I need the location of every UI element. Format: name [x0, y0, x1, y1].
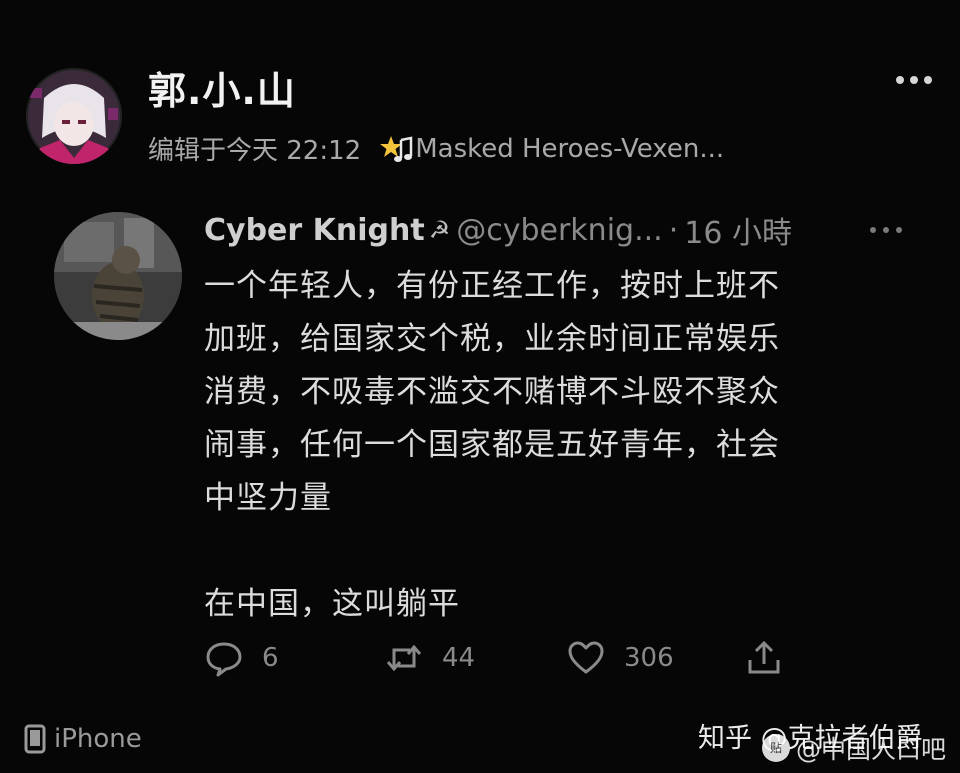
quote-timestamp: 16 小時 [684, 216, 792, 251]
like-icon [568, 641, 604, 674]
hammer-sickle-icon: ☭ [428, 216, 451, 244]
quote-line: 一个年轻人，有份正经工作，按时上班不 [204, 268, 780, 304]
action-bar: 6 44 306 [204, 636, 804, 680]
device-name: iPhone [54, 724, 142, 754]
post-meta: 编辑于今天 22:12 Masked Heroes-Vexen... [148, 130, 724, 167]
quote-author-handle[interactable]: @cyberknig... [456, 213, 662, 248]
separator-dot: · [668, 212, 679, 248]
quote-header: Cyber Knight ☭ @cyberknig... · 16 小時 [204, 208, 792, 252]
more-icon[interactable] [894, 70, 934, 90]
screenshot: 郭.小.山 编辑于今天 22:12 Masked Heroes-Vexen... [0, 0, 960, 773]
like-button[interactable]: 306 [566, 636, 674, 680]
quote-author-name[interactable]: Cyber Knight [204, 213, 425, 248]
reply-count: 6 [262, 643, 279, 673]
quote-line: 闹事，任何一个国家都是五好青年，社会 [204, 427, 780, 463]
quote-line: 消费，不吸毒不滥交不赌博不斗殴不聚众 [204, 374, 780, 410]
quote-more-icon[interactable] [866, 222, 906, 238]
quote-line: 中坚力量 [204, 480, 332, 516]
quote-last-line: 在中国，这叫躺平 [204, 586, 460, 622]
retweet-icon [386, 644, 422, 672]
retweet-count: 44 [442, 643, 476, 673]
tieba-logo-icon: 贴 [762, 734, 790, 762]
device-label: iPhone [24, 724, 142, 754]
reply-icon [206, 642, 242, 677]
share-icon [748, 640, 780, 674]
like-count: 306 [624, 643, 674, 673]
author-name[interactable]: 郭.小.山 [148, 60, 296, 115]
retweet-button[interactable]: 44 [384, 636, 475, 680]
music-icon [379, 134, 413, 164]
phone-icon [24, 724, 46, 754]
quote-avatar[interactable] [54, 212, 182, 340]
quote-body: 一个年轻人，有份正经工作，按时上班不 加班，给国家交个税，业余时间正常娱乐 消费… [204, 260, 904, 631]
quote-line: 加班，给国家交个税，业余时间正常娱乐 [204, 321, 780, 357]
tieba-watermark-text: @中国人口吧 [796, 735, 947, 764]
share-button[interactable] [744, 636, 784, 680]
author-avatar[interactable] [26, 68, 122, 164]
music-title[interactable]: Masked Heroes-Vexen... [415, 134, 724, 164]
tieba-watermark: 贴 @中国人口吧 [762, 730, 946, 766]
edit-time: 编辑于今天 22:12 [148, 136, 362, 166]
reply-button[interactable]: 6 [204, 636, 279, 680]
